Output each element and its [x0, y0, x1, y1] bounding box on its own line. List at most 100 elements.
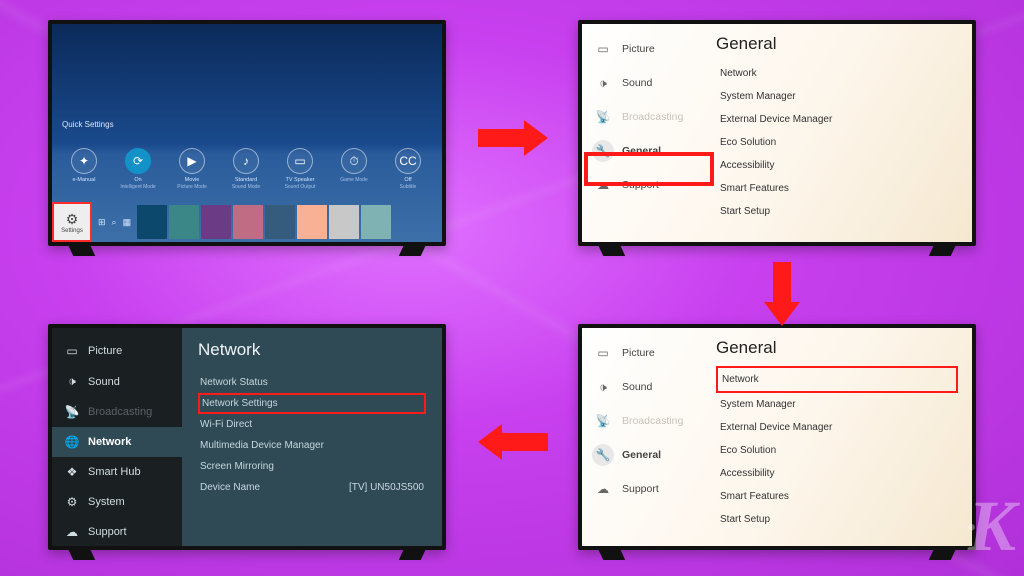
quick-setting-icon: ✦ — [71, 148, 97, 174]
quick-setting-icon: ⟳ — [125, 148, 151, 174]
sidebar-item-label: Smart Hub — [88, 466, 141, 478]
quick-setting-item[interactable]: ⟳ On Intelligent Mode — [116, 148, 160, 190]
network-option[interactable]: Multimedia Device Manager — [198, 435, 426, 456]
system-icon: ⚙ — [64, 495, 80, 509]
general-option[interactable]: External Device Manager — [716, 108, 958, 131]
general-option[interactable]: Eco Solution — [716, 439, 958, 462]
option-label: Multimedia Device Manager — [200, 440, 324, 451]
sidebar-item-label: Broadcasting — [88, 406, 152, 418]
network-option[interactable]: Device Name[TV] UN50JS500 — [198, 477, 426, 498]
settings-tile-label: Settings — [61, 228, 83, 234]
panel-title: General — [716, 338, 958, 358]
quick-setting-label: TV Speaker — [278, 177, 322, 183]
quick-setting-item[interactable]: ♪ Standard Sound Mode — [224, 148, 268, 190]
sidebar-item-smart-hub[interactable]: ❖ Smart Hub — [52, 457, 182, 487]
broadcasting-icon: 📡 — [592, 106, 614, 128]
settings-sidebar-dark: ▭ Picture🕩 Sound📡 Broadcasting🌐 Network❖… — [52, 328, 182, 546]
sidebar-item-sound[interactable]: 🕩 Sound — [582, 370, 702, 404]
network-option[interactable]: Network Status — [198, 372, 426, 393]
network-icon: 🌐 — [64, 435, 80, 449]
sidebar-item-label: Sound — [622, 381, 652, 393]
arrow-step1-to-step2 — [478, 120, 548, 156]
sidebar-item-support[interactable]: ☁ Support — [52, 517, 182, 546]
sound-icon: 🕩 — [64, 374, 80, 389]
arrow-step2-to-step3 — [764, 262, 800, 326]
settings-tile[interactable]: ⚙ Settings — [52, 202, 92, 242]
tv-step-1: Quick Settings ✦ e-Manual ⟳ On Intellige… — [48, 20, 446, 246]
option-label: Network Settings — [202, 398, 278, 409]
tv3-screen: ▭ Picture🕩 Sound📡 Broadcasting🔧 General☁… — [582, 328, 972, 546]
network-option[interactable]: Network Settings — [198, 393, 426, 414]
sidebar-item-label: Network — [88, 436, 131, 448]
sidebar-item-picture[interactable]: ▭ Picture — [582, 32, 702, 66]
sidebar-item-sound[interactable]: 🕩 Sound — [582, 66, 702, 100]
network-option[interactable]: Screen Mirroring — [198, 456, 426, 477]
general-option[interactable]: External Device Manager — [716, 416, 958, 439]
sidebar-item-label: Broadcasting — [622, 111, 683, 123]
option-label: Network Status — [200, 377, 268, 388]
quick-setting-item[interactable]: CC Off Subtitle — [386, 148, 430, 190]
panel-title: General — [716, 34, 958, 54]
sidebar-item-picture[interactable]: ▭ Picture — [52, 336, 182, 366]
quick-setting-label: On — [116, 177, 160, 183]
broadcasting-icon: 📡 — [64, 405, 80, 419]
general-option[interactable]: System Manager — [716, 393, 958, 416]
settings-sidebar: ▭ Picture🕩 Sound📡 Broadcasting🔧 General☁… — [582, 24, 702, 242]
picture-icon: ▭ — [592, 38, 614, 60]
apps-icon[interactable]: ▦ — [123, 217, 132, 228]
quick-setting-sublabel: Intelligent Mode — [116, 184, 160, 190]
general-option[interactable]: Accessibility — [716, 154, 958, 177]
sidebar-item-sound[interactable]: 🕩 Sound — [52, 366, 182, 397]
sidebar-item-system[interactable]: ⚙ System — [52, 487, 182, 517]
quick-setting-sublabel: Picture Mode — [170, 184, 214, 190]
source-icon[interactable]: ⊞ — [98, 217, 106, 228]
panel-title: Network — [198, 340, 426, 360]
general-option[interactable]: System Manager — [716, 85, 958, 108]
quick-setting-sublabel: Game Mode — [332, 177, 376, 183]
search-icon[interactable]: ⌕ — [112, 217, 117, 228]
sidebar-item-broadcasting[interactable]: 📡 Broadcasting — [582, 100, 702, 134]
network-panel: Network Network Status Network Settings Wi… — [182, 328, 442, 546]
quick-setting-icon: ▶ — [179, 148, 205, 174]
sidebar-item-support[interactable]: ☁ Support — [582, 472, 702, 506]
quick-setting-icon: ⏱ — [341, 148, 367, 174]
quick-setting-item[interactable]: ✦ e-Manual — [62, 148, 106, 190]
network-option[interactable]: Wi-Fi Direct — [198, 414, 426, 435]
sidebar-item-broadcasting[interactable]: 📡 Broadcasting — [582, 404, 702, 438]
content-thumbnails — [137, 205, 391, 239]
option-label: Screen Mirroring — [200, 461, 274, 472]
arrow-step3-to-step4 — [478, 424, 548, 460]
general-option[interactable]: Network — [716, 366, 958, 393]
sidebar-item-network[interactable]: 🌐 Network — [52, 427, 182, 457]
sidebar-item-label: Picture — [622, 43, 655, 55]
quick-setting-item[interactable]: ⏱ Game Mode — [332, 148, 376, 190]
general-option[interactable]: Accessibility — [716, 462, 958, 485]
tv4-screen: ▭ Picture🕩 Sound📡 Broadcasting🌐 Network❖… — [52, 328, 442, 546]
picture-icon: ▭ — [64, 344, 80, 358]
support-icon: ☁ — [592, 478, 614, 500]
quick-setting-item[interactable]: ▭ TV Speaker Sound Output — [278, 148, 322, 190]
bottom-row: ⚙ Settings ⊞ ⌕ ▦ — [52, 202, 442, 242]
sidebar-item-label: General — [622, 449, 661, 461]
general-option[interactable]: Network — [716, 62, 958, 85]
quick-setting-label: Off — [386, 177, 430, 183]
sidebar-item-broadcasting[interactable]: 📡 Broadcasting — [52, 397, 182, 427]
general-option[interactable]: Smart Features — [716, 485, 958, 508]
tv2-screen: ▭ Picture🕩 Sound📡 Broadcasting🔧 General☁… — [582, 24, 972, 242]
sidebar-item-label: Broadcasting — [622, 415, 683, 427]
general-option[interactable]: Smart Features — [716, 177, 958, 200]
general-option[interactable]: Start Setup — [716, 200, 958, 223]
sidebar-item-picture[interactable]: ▭ Picture — [582, 336, 702, 370]
general-option[interactable]: Start Setup — [716, 508, 958, 531]
quick-setting-item[interactable]: ▶ Movie Picture Mode — [170, 148, 214, 190]
tv-step-2: ▭ Picture🕩 Sound📡 Broadcasting🔧 General☁… — [578, 20, 976, 246]
mini-icons: ⊞ ⌕ ▦ — [92, 217, 137, 228]
picture-icon: ▭ — [592, 342, 614, 364]
tv-step-3: ▭ Picture🕩 Sound📡 Broadcasting🔧 General☁… — [578, 324, 976, 550]
general-option[interactable]: Eco Solution — [716, 131, 958, 154]
quick-setting-sublabel: Sound Output — [278, 184, 322, 190]
tv1-screen: Quick Settings ✦ e-Manual ⟳ On Intellige… — [52, 24, 442, 242]
sidebar-item-general[interactable]: 🔧 General — [582, 438, 702, 472]
sidebar-item-label: Sound — [622, 77, 652, 89]
quick-setting-icon: ▭ — [287, 148, 313, 174]
